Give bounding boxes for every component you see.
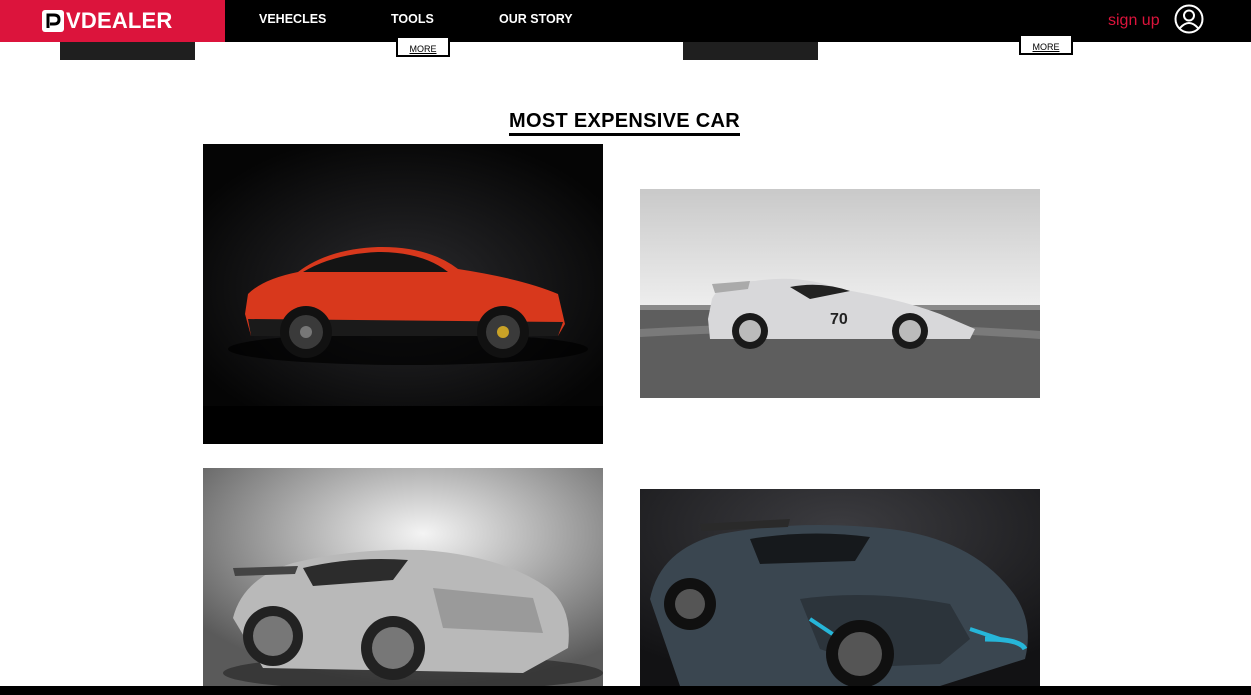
more-button[interactable]: MORE: [396, 38, 450, 57]
logo-p-icon: [42, 10, 64, 32]
nav-tools[interactable]: TOOLS: [391, 12, 434, 26]
brand-logo[interactable]: VDEALER: [0, 0, 225, 42]
signup-link[interactable]: sign up: [1108, 12, 1160, 30]
user-circle-icon[interactable]: [1173, 3, 1205, 35]
more-button[interactable]: MORE: [1019, 36, 1073, 55]
car-image-dark-hypercar[interactable]: [640, 489, 1040, 686]
card-footer-bar: [683, 42, 818, 60]
section-title: MOST EXPENSIVE CAR: [509, 110, 740, 136]
nav-vehicles[interactable]: VEHECLES: [259, 12, 326, 26]
page-bottom-bar: [0, 686, 1251, 695]
car-image-silver-hypercar[interactable]: 70: [640, 189, 1040, 398]
card-footer-bar: [60, 42, 195, 60]
brand-name: VDEALER: [66, 8, 173, 33]
car-image-silver-supercar[interactable]: [203, 468, 603, 686]
nav-our-story[interactable]: OUR STORY: [499, 12, 573, 26]
car-image-red-suv[interactable]: [203, 144, 603, 444]
svg-text:70: 70: [830, 311, 848, 328]
